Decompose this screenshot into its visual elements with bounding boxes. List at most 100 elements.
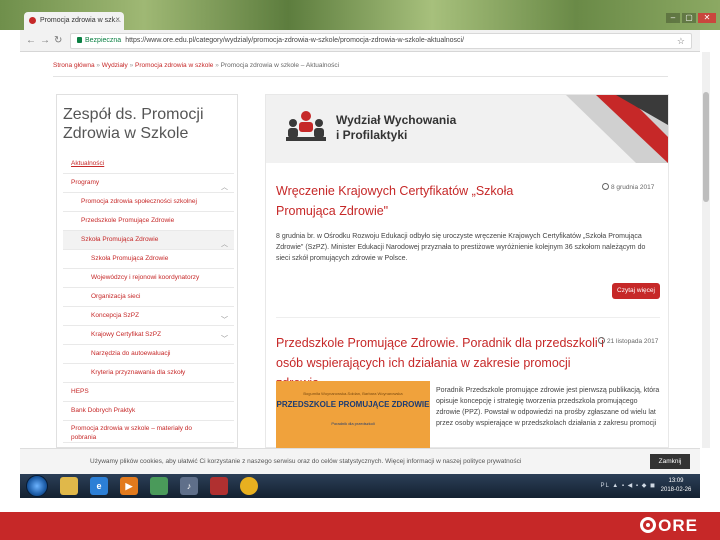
- main-content: Wydział Wychowania i Profilaktyki Wręcze…: [265, 94, 669, 448]
- ore-logo-text: ORE: [658, 516, 698, 535]
- post-date-text: 8 grudnia 2017: [611, 184, 655, 191]
- tab-title: Promocja zdrowia w szk...: [40, 17, 121, 24]
- site-favicon-icon: [29, 17, 36, 24]
- system-tray[interactable]: PL ▲ ▪ ◀ ▪ ◆ ◼: [600, 482, 656, 489]
- screenshot: Promocja zdrowia w szk... × – ▢ ✕ ← → ↻ …: [0, 0, 720, 540]
- sidebar-item-label: Koncepcja SzPZ: [91, 312, 140, 319]
- network-icon[interactable]: [150, 477, 168, 495]
- slide-footer-bar: ORE: [0, 512, 720, 540]
- scrollbar-thumb[interactable]: [703, 92, 709, 202]
- pdf-icon[interactable]: [210, 477, 228, 495]
- sidebar-item-label: Krajowy Certyfikat SzPZ: [91, 331, 162, 338]
- address-bar[interactable]: Bezpieczna https://www.ore.edu.pl/categor…: [70, 33, 692, 49]
- browser-tab-strip: Promocja zdrowia w szk... × – ▢ ✕: [0, 0, 720, 30]
- sidebar: Zespół ds. Promocji Zdrowia w Szkole Akt…: [56, 94, 238, 448]
- sidebar-item-bank-praktyk[interactable]: Bank Dobrych Praktyk: [63, 402, 234, 421]
- window-controls: – ▢ ✕: [666, 13, 716, 23]
- clock-date: 2018-02-26: [660, 487, 692, 493]
- sidebar-subitem-narzedzia[interactable]: Narzędzia do autoewaluacji: [63, 345, 234, 364]
- page-viewport: Strona główna » Wydziały » Promocja zdro…: [20, 52, 700, 448]
- maximize-button[interactable]: ▢: [682, 13, 696, 23]
- sidebar-menu: Aktualności Programy ︿ Promocja zdrowia s…: [63, 155, 234, 443]
- folder-icon[interactable]: [60, 477, 78, 495]
- start-button[interactable]: [26, 475, 48, 497]
- browser-tab[interactable]: Promocja zdrowia w szk... ×: [24, 12, 124, 30]
- cookie-text: Używamy plików cookies, aby ułatwić Ci k…: [90, 458, 522, 465]
- sidebar-item-label: Przedszkole Promujące Zdrowie: [81, 217, 175, 224]
- breadcrumb: Strona główna » Wydziały » Promocja zdro…: [53, 62, 339, 69]
- media-player-icon[interactable]: ▶: [120, 477, 138, 495]
- breadcrumb-wydzialy[interactable]: Wydziały: [102, 62, 128, 69]
- sidebar-subitem-organizacja[interactable]: Organizacja sieci: [63, 288, 234, 307]
- divider: [53, 76, 668, 77]
- ore-ring-icon: [640, 517, 657, 533]
- banner-title: Wydział Wychowania i Profilaktyki: [336, 113, 476, 143]
- sidebar-item-materialy[interactable]: Promocja zdrowia w szkole – materiały do…: [63, 421, 234, 443]
- sidebar-item-label: Aktualności: [71, 160, 105, 167]
- post-divider: [276, 317, 660, 318]
- sidebar-item-promocja-spolecznosci[interactable]: Promocja zdrowia społeczności szkolnej: [63, 193, 234, 212]
- sidebar-item-label: HEPS: [71, 388, 89, 395]
- bookmark-star-icon[interactable]: ☆: [677, 34, 685, 48]
- close-window-button[interactable]: ✕: [698, 13, 716, 23]
- post-excerpt: 8 grudnia br. w Ośrodku Rozwoju Edukacji…: [276, 233, 646, 262]
- department-banner: Wydział Wychowania i Profilaktyki: [266, 95, 668, 163]
- sidebar-item-heps[interactable]: HEPS: [63, 383, 234, 402]
- post-thumbnail[interactable]: Bogumiła Woynarowska-Sołdan, Barbara Woy…: [276, 381, 430, 448]
- sidebar-subitem-kryteria[interactable]: Kryteria przyznawania dla szkoły: [63, 364, 234, 383]
- post-date: 8 grudnia 2017: [602, 183, 654, 191]
- post-date-text: 21 listopada 2017: [607, 338, 659, 345]
- breadcrumb-current: Promocja zdrowia w szkole – Aktualności: [220, 62, 340, 69]
- cover-title: PRZEDSZKOLE PROMUJĄCE ZDROWIE: [276, 400, 430, 409]
- itunes-icon[interactable]: ♪: [180, 477, 198, 495]
- clock-icon: [598, 337, 605, 344]
- clock-icon: [602, 183, 609, 190]
- sidebar-subitem-certyfikat[interactable]: Krajowy Certyfikat SzPZ ﹀: [63, 326, 234, 345]
- forward-arrow-icon[interactable]: →: [40, 35, 50, 46]
- sidebar-title: Zespół ds. Promocji Zdrowia w Szkole: [63, 106, 204, 142]
- sidebar-item-label: Bank Dobrych Praktyk: [71, 407, 136, 414]
- sidebar-subitem-koncepcja[interactable]: Koncepcja SzPZ ﹀: [63, 307, 234, 326]
- cookie-bar: Używamy plików cookies, aby ułatwić Ci k…: [20, 448, 700, 474]
- windows-taskbar: e ▶ ♪ PL ▲ ▪ ◀ ▪ ◆ ◼ 13:09 2018-02-26: [20, 474, 700, 498]
- sidebar-item-label: Wojewódzcy i rejonowi koordynatorzy: [91, 274, 200, 281]
- url-text: https://www.ore.edu.pl/category/wydzialy…: [125, 37, 465, 44]
- sidebar-item-label: Narzędzia do autoewaluacji: [91, 350, 171, 357]
- cover-subtitle: Poradnik dla przedszkoli: [331, 421, 375, 426]
- banner-line2: i Profilaktyki: [336, 128, 408, 142]
- lock-icon: [77, 37, 82, 43]
- post-date: 21 listopada 2017: [598, 337, 658, 345]
- ore-logo: ORE: [640, 516, 698, 536]
- taskbar-clock[interactable]: 13:09 2018-02-26: [658, 477, 694, 495]
- sidebar-item-label: Organizacja sieci: [91, 293, 141, 300]
- back-arrow-icon[interactable]: ←: [26, 35, 36, 46]
- breadcrumb-promocja[interactable]: Promocja zdrowia w szkole: [135, 62, 213, 69]
- reload-icon[interactable]: ↻: [54, 35, 62, 46]
- banner-line1: Wydział Wychowania: [336, 113, 457, 127]
- tab-close-icon[interactable]: ×: [115, 15, 120, 24]
- sidebar-item-aktualnosci[interactable]: Aktualności: [63, 155, 234, 174]
- post-title-link[interactable]: Wręczenie Krajowych Certyfikatów „Szkoła…: [276, 181, 576, 221]
- sidebar-item-przedszkole[interactable]: Przedszkole Promujące Zdrowie: [63, 212, 234, 231]
- browser-toolbar: ← → ↻ Bezpieczna https://www.ore.edu.pl/c…: [20, 30, 700, 52]
- sidebar-item-label: Promocja zdrowia w szkole – materiały do…: [71, 425, 193, 441]
- page-scrollbar[interactable]: [702, 52, 710, 448]
- sidebar-item-label: Szkoła Promująca Zdrowie: [91, 255, 169, 262]
- cover-authors: Bogumiła Woynarowska-Sołdan, Barbara Woy…: [303, 391, 403, 396]
- sidebar-item-label: Programy: [71, 179, 100, 186]
- read-more-button[interactable]: Czytaj więcej: [612, 283, 660, 299]
- post-excerpt: Poradnik Przedszkole promujące zdrowie j…: [436, 387, 660, 427]
- minimize-button[interactable]: –: [666, 13, 680, 23]
- sidebar-item-label: Szkoła Promująca Zdrowie: [81, 236, 159, 243]
- sidebar-subitem-koordynatorzy[interactable]: Wojewódzcy i rejonowi koordynatorzy: [63, 269, 234, 288]
- secure-label: Bezpieczna: [85, 37, 122, 44]
- ie-icon[interactable]: e: [90, 477, 108, 495]
- sidebar-item-szkola-promujaca[interactable]: Szkoła Promująca Zdrowie ︿: [63, 231, 234, 250]
- cookie-close-button[interactable]: Zamknij: [650, 454, 690, 469]
- breadcrumb-home[interactable]: Strona główna: [53, 62, 95, 69]
- department-people-icon: [286, 111, 326, 141]
- sidebar-subitem-szkola[interactable]: Szkoła Promująca Zdrowie: [63, 250, 234, 269]
- sidebar-item-programy[interactable]: Programy ︿: [63, 174, 234, 193]
- chrome-icon[interactable]: [240, 477, 258, 495]
- sidebar-item-label: Kryteria przyznawania dla szkoły: [91, 369, 186, 376]
